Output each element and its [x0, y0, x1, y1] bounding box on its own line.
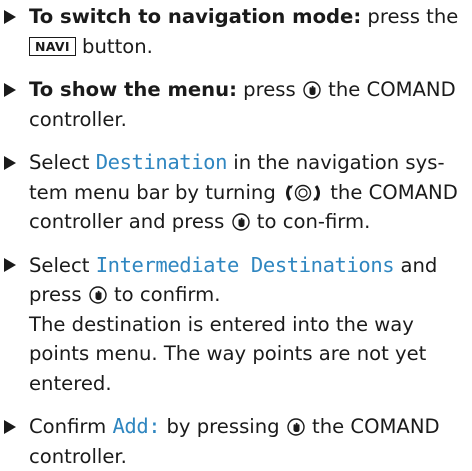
step-text: to confirm.: [107, 283, 221, 306]
step-text: by pressing: [160, 415, 286, 438]
step-text: Select: [29, 151, 96, 174]
step-text: to con-firm.: [250, 210, 371, 233]
navi-key-label: NAVI: [29, 36, 76, 56]
controller-press-icon: [286, 417, 306, 437]
step-heading: To switch to navigation mode:: [29, 5, 362, 28]
step-select-intermediate-destinations: Select Intermediate Destinations and pre…: [2, 251, 472, 399]
step-text: press the: [361, 5, 459, 28]
controller-press-icon: [88, 285, 108, 305]
step-text: button.: [75, 34, 153, 58]
step-text: Select: [29, 253, 96, 277]
step-heading: To show the menu:: [29, 78, 237, 101]
step-result-text: The destination is entered into the way …: [29, 312, 427, 395]
triangle-right-icon: [4, 148, 18, 177]
display-term-intermediate-destinations: Intermediate Destinations: [95, 252, 395, 277]
triangle-right-icon: [4, 251, 18, 280]
triangle-right-icon: [4, 2, 18, 31]
controller-press-icon: [231, 212, 251, 232]
triangle-right-icon: [4, 75, 18, 104]
controller-press-icon: [302, 80, 322, 100]
step-text: press: [236, 78, 302, 101]
display-term-add: Add:: [112, 414, 161, 438]
step-text: Confirm: [29, 415, 113, 438]
controller-turn-icon: [282, 183, 324, 203]
step-select-destination: Select Destination in the navigation sys…: [2, 148, 472, 237]
step-switch-navigation-mode: To switch to navigation mode: press the …: [2, 2, 472, 61]
triangle-right-icon: [4, 412, 18, 441]
display-term-destination: Destination: [95, 150, 228, 174]
instruction-page: To switch to navigation mode: press the …: [0, 0, 472, 470]
step-confirm-add: Confirm Add: by pressing the COMAND cont…: [2, 412, 472, 471]
step-show-menu: To show the menu: press the COMAND contr…: [2, 75, 472, 134]
